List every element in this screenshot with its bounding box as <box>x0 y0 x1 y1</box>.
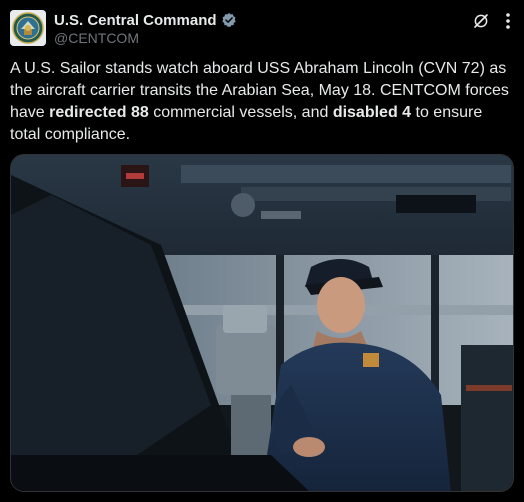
tweet-bold-redirected: redirected 88 <box>49 104 149 121</box>
handle[interactable]: @CENTCOM <box>54 30 139 46</box>
tweet-photo[interactable] <box>10 154 514 492</box>
more-options-button[interactable] <box>498 10 518 32</box>
name-row: U.S. Central Command <box>54 10 237 30</box>
avatar[interactable] <box>10 10 46 46</box>
more-dots-icon <box>506 13 510 29</box>
grok-button[interactable] <box>470 10 492 32</box>
tweet-card: U.S. Central Command @CENTCOM A U.S. Sai… <box>0 0 524 502</box>
tweet-text: A U.S. Sailor stands watch aboard USS Ab… <box>10 58 516 146</box>
tweet-bold-disabled: disabled 4 <box>332 104 412 121</box>
tweet-text-part: commercial vessels, and <box>148 104 333 121</box>
grok-icon <box>474 14 488 28</box>
display-name[interactable]: U.S. Central Command <box>54 12 217 29</box>
photo-sailor-bridge <box>11 155 513 491</box>
verified-badge-icon <box>221 12 237 28</box>
centcom-seal-icon <box>10 10 46 46</box>
